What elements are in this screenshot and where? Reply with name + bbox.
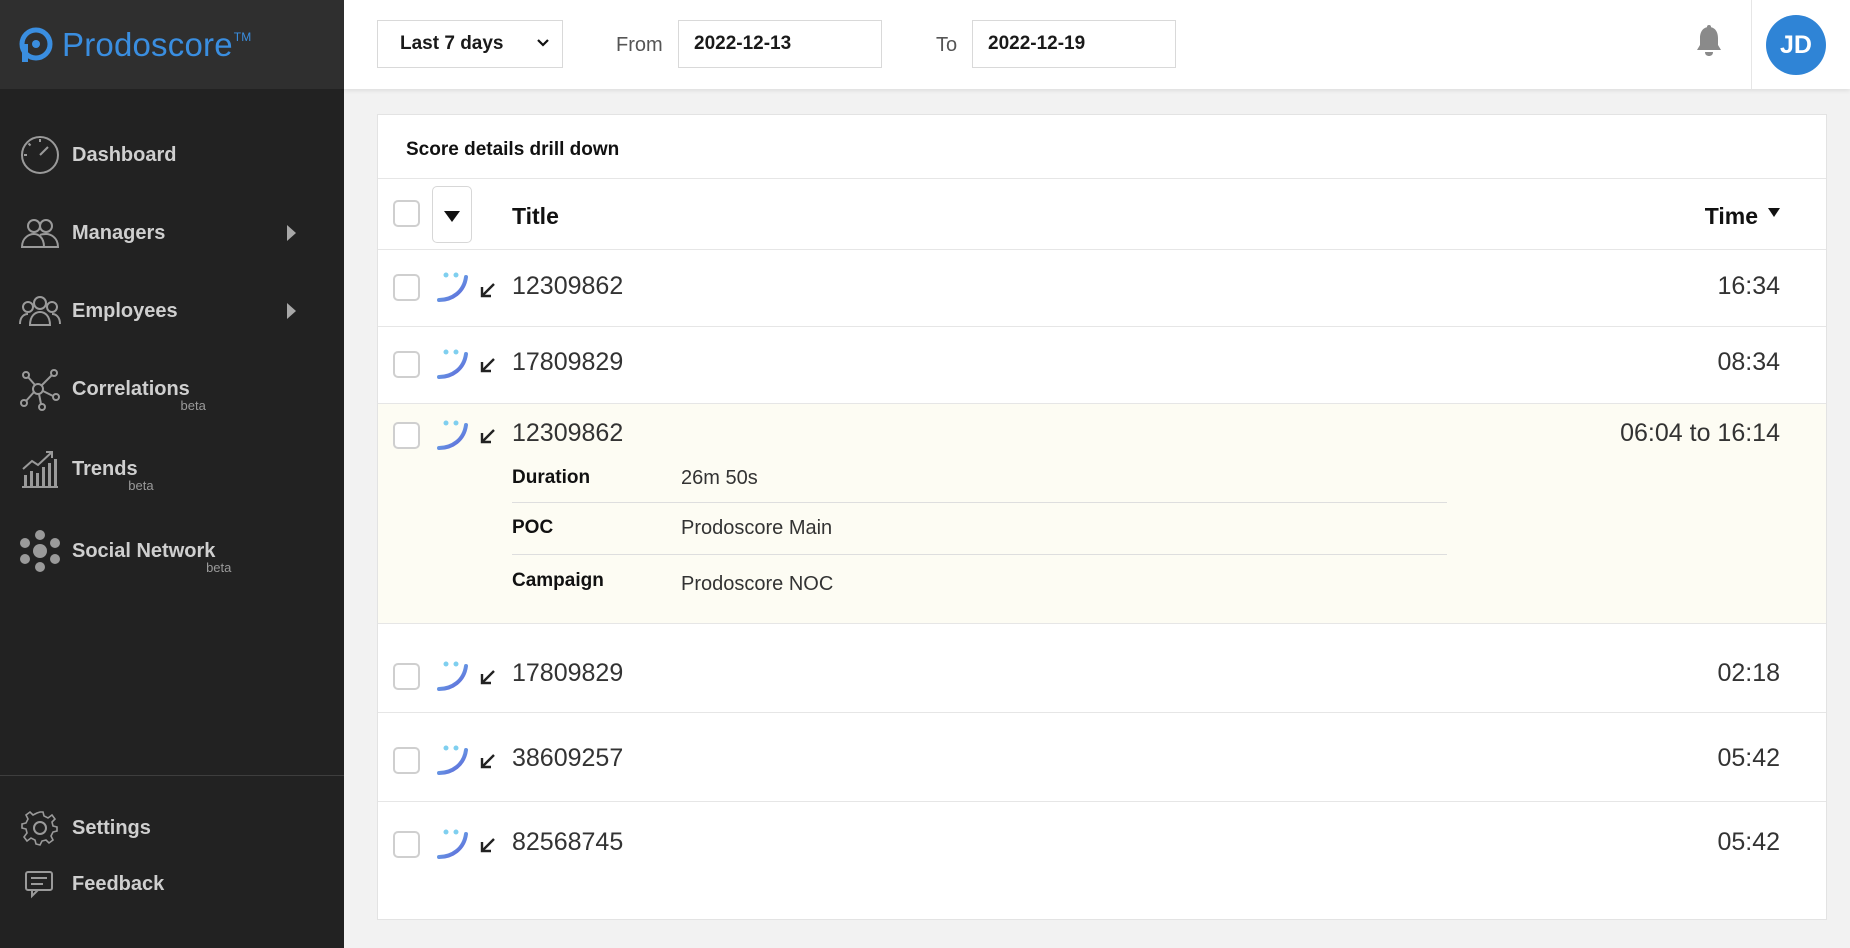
date-range-value: Last 7 days — [400, 33, 504, 54]
sidebar-divider — [0, 775, 344, 776]
row-title: 12309862 — [512, 272, 624, 300]
detail-divider — [512, 502, 1447, 503]
incoming-call-icon — [480, 754, 495, 769]
row-checkbox[interactable] — [393, 274, 420, 301]
row-title: 38609257 — [512, 744, 624, 772]
gear-icon — [21, 810, 58, 846]
row-title: 82568745 — [512, 828, 624, 856]
detail-value-duration: 26m 50s — [681, 467, 758, 489]
logo-text: ProdoscoreTM — [62, 25, 252, 63]
sidebar-item-trends[interactable]: Trends beta — [0, 439, 344, 499]
row-title: 12309862 — [512, 419, 624, 447]
sidebar-item-label: Dashboard — [72, 143, 177, 166]
from-label: From — [616, 34, 663, 56]
sidebar-item-label: Trends beta — [72, 457, 154, 493]
sidebar-item-label: Managers — [72, 221, 166, 244]
sidebar-item-label: Employees — [72, 299, 178, 322]
incoming-call-icon — [480, 358, 495, 373]
score-details-card: Score details drill down Title Time 1230… — [377, 114, 1827, 920]
detail-divider — [512, 554, 1447, 555]
table-row[interactable]: 82568745 05:42 — [378, 802, 1826, 882]
topbar: Last 7 days From To JD — [344, 0, 1850, 89]
table-row[interactable]: 38609257 05:42 — [378, 713, 1826, 801]
sidebar-item-correlations[interactable]: Correlations beta — [0, 359, 344, 419]
sidebar-item-managers[interactable]: Managers — [0, 203, 344, 263]
trends-icon — [22, 451, 58, 488]
sidebar-item-feedback[interactable]: Feedback — [0, 854, 344, 914]
beta-badge: beta — [180, 397, 206, 413]
select-all-checkbox[interactable] — [393, 200, 420, 227]
row-checkbox[interactable] — [393, 747, 420, 774]
row-time: 08:34 — [1717, 348, 1780, 376]
caret-down-icon — [444, 211, 460, 222]
sidebar-item-label: Correlations beta — [72, 377, 206, 413]
row-checkbox[interactable] — [393, 422, 420, 449]
row-time: 05:42 — [1717, 744, 1780, 772]
row-title: 17809829 — [512, 348, 624, 376]
row-title: 17809829 — [512, 659, 624, 687]
feedback-icon — [25, 871, 53, 899]
correlations-icon — [20, 369, 60, 411]
employees-icon — [19, 296, 61, 326]
sidebar-item-settings[interactable]: Settings — [0, 798, 344, 858]
divider — [378, 178, 1826, 179]
detail-label-duration: Duration — [512, 467, 591, 488]
to-label: To — [936, 34, 958, 56]
sidebar-item-label: Settings — [72, 816, 151, 839]
row-time: 06:04 to 16:14 — [1620, 419, 1780, 447]
card-title: Score details drill down — [406, 139, 620, 160]
row-time: 02:18 — [1717, 659, 1780, 687]
smiley-score-icon — [437, 420, 468, 450]
row-time: 05:42 — [1717, 828, 1780, 856]
incoming-call-icon — [480, 429, 495, 444]
sort-desc-icon[interactable] — [1768, 208, 1780, 217]
sidebar-item-dashboard[interactable]: Dashboard — [0, 125, 344, 185]
bell-icon[interactable] — [1694, 24, 1724, 58]
sidebar-item-label: Social Network beta — [72, 539, 232, 575]
managers-icon — [20, 219, 60, 248]
beta-badge: beta — [206, 559, 232, 575]
detail-value-campaign: Prodoscore NOC — [681, 573, 834, 595]
prodoscore-logo-icon — [19, 27, 53, 62]
sidebar-item-label: Feedback — [72, 872, 165, 895]
row-checkbox[interactable] — [393, 663, 420, 690]
detail-value-poc: Prodoscore Main — [681, 517, 833, 539]
caret-right-icon[interactable] — [287, 303, 296, 319]
smiley-score-icon — [437, 829, 468, 859]
avatar[interactable]: JD — [1766, 15, 1826, 75]
caret-right-icon[interactable] — [287, 225, 296, 241]
table-row-expanded[interactable]: 12309862 06:04 to 16:14 Duration 26m 50s… — [378, 404, 1826, 623]
column-header-title[interactable]: Title — [512, 203, 559, 230]
sidebar: ProdoscoreTM Dashboard Managers Employee… — [0, 0, 344, 948]
topbar-divider — [1751, 0, 1752, 89]
incoming-call-icon — [480, 670, 495, 685]
speedometer-icon — [21, 136, 59, 174]
smiley-score-icon — [437, 272, 468, 302]
detail-label-poc: POC — [512, 517, 554, 538]
smiley-score-icon — [437, 661, 468, 691]
social-network-icon — [20, 530, 60, 572]
incoming-call-icon — [480, 283, 495, 298]
to-date-input[interactable] — [972, 20, 1176, 68]
sidebar-item-social-network[interactable]: Social Network beta — [0, 521, 344, 581]
bulk-actions-dropdown[interactable] — [432, 186, 472, 243]
smiley-score-icon — [437, 349, 468, 379]
sidebar-item-employees[interactable]: Employees — [0, 281, 344, 341]
row-time: 16:34 — [1717, 272, 1780, 300]
detail-label-campaign: Campaign — [512, 570, 604, 591]
table-row[interactable]: 17809829 08:34 — [378, 327, 1826, 403]
row-checkbox[interactable] — [393, 351, 420, 378]
from-date-input[interactable] — [678, 20, 882, 68]
beta-badge: beta — [128, 477, 154, 493]
chevron-down-icon — [537, 39, 549, 47]
logo[interactable]: ProdoscoreTM — [0, 0, 344, 89]
smiley-score-icon — [437, 745, 468, 775]
date-range-select[interactable]: Last 7 days — [377, 20, 563, 68]
table-row[interactable]: 12309862 16:34 — [378, 250, 1826, 326]
column-header-time[interactable]: Time — [1705, 203, 1758, 230]
incoming-call-icon — [480, 838, 495, 853]
table-row[interactable]: 17809829 02:18 — [378, 624, 1826, 707]
row-checkbox[interactable] — [393, 831, 420, 858]
